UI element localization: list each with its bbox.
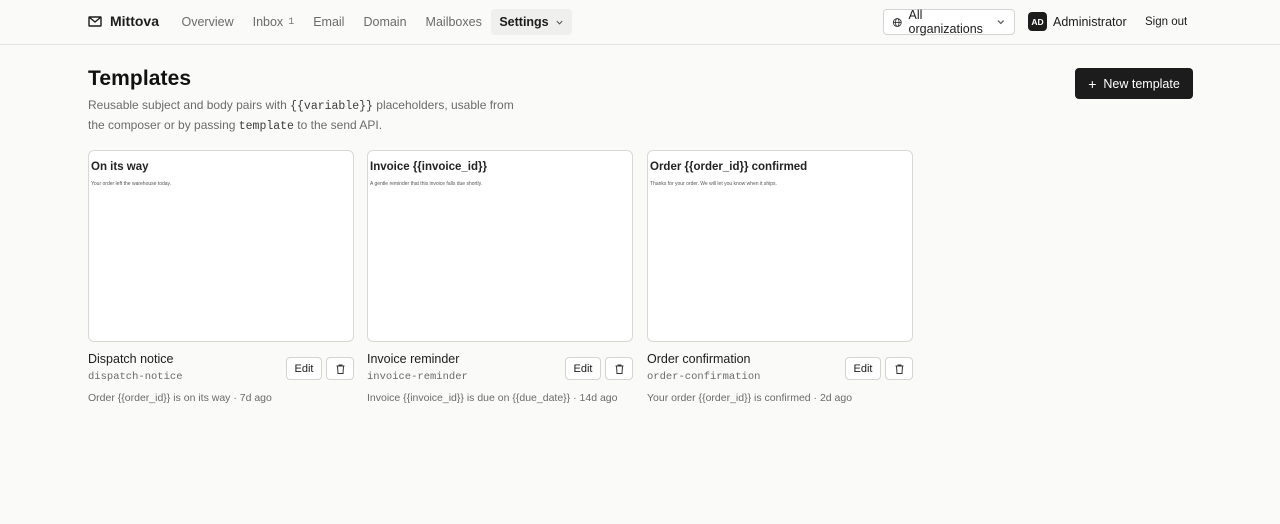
nav-overview[interactable]: Overview [172, 9, 243, 35]
delete-button[interactable] [605, 357, 633, 380]
new-template-label: New template [1103, 76, 1180, 91]
preview-subject: Order {{order_id}} confirmed [650, 161, 808, 173]
template-slug: dispatch-notice [88, 371, 183, 383]
subtitle-text-1: Reusable subject and body pairs with [88, 98, 291, 112]
template-meta: Your order {{order_id}} is confirmed · 2… [647, 392, 853, 404]
new-template-button[interactable]: + New template [1075, 68, 1193, 99]
template-card: Invoice {{invoice_id}} A gentle reminder… [367, 150, 633, 404]
delete-button[interactable] [885, 357, 913, 380]
sign-out-label: Sign out [1145, 16, 1188, 28]
nav-email[interactable]: Email [304, 9, 354, 35]
nav-overview-label: Overview [181, 15, 234, 29]
trash-icon [336, 364, 344, 374]
template-preview[interactable]: Order {{order_id}} confirmed Thanks for … [647, 150, 913, 342]
trash-icon [615, 364, 623, 374]
mail-icon [88, 16, 102, 27]
main-nav: Overview Inbox 1 Email Domain Mailboxes … [172, 9, 572, 35]
preview-body: A gentle reminder that this invoice fall… [370, 181, 483, 187]
edit-button[interactable]: Edit [845, 357, 881, 380]
delete-button[interactable] [326, 357, 354, 380]
inbox-count-badge: 1 [288, 16, 295, 28]
template-slug: invoice-reminder [367, 371, 468, 383]
chevron-down-icon [556, 20, 563, 25]
page-title: Templates [88, 67, 192, 90]
nav-settings[interactable]: Settings [491, 9, 572, 35]
template-name: Invoice reminder [367, 352, 460, 366]
subtitle-code-variable: {{variable}} [290, 100, 373, 113]
template-preview[interactable]: Invoice {{invoice_id}} A gentle reminder… [367, 150, 633, 342]
top-navigation-bar: Mittova Overview Inbox 1 Email Domain Ma… [0, 0, 1280, 45]
nav-mailboxes[interactable]: Mailboxes [416, 9, 491, 35]
avatar: AD [1028, 12, 1047, 31]
template-name: Dispatch notice [88, 352, 174, 366]
globe-icon [892, 17, 902, 27]
edit-button[interactable]: Edit [286, 357, 322, 380]
organization-select-value: All organizations [908, 8, 983, 36]
brand-name: Mittova [110, 13, 159, 29]
preview-body: Your order left the warehouse today. [91, 181, 172, 187]
subtitle-code-template: template [238, 120, 294, 133]
template-card: On its way Your order left the warehouse… [88, 150, 354, 404]
page-subtitle: Reusable subject and body pairs with {{v… [88, 96, 518, 136]
trash-icon [895, 364, 903, 374]
template-name: Order confirmation [647, 352, 751, 366]
template-card: Order {{order_id}} confirmed Thanks for … [647, 150, 913, 404]
organization-select[interactable]: All organizations [883, 8, 1015, 36]
user-menu[interactable]: AD Administrator [1028, 12, 1127, 31]
chevron-down-icon [997, 20, 1005, 25]
template-meta: Invoice {{invoice_id}} is due on {{due_d… [367, 392, 618, 404]
template-preview[interactable]: On its way Your order left the warehouse… [88, 150, 354, 342]
nav-domain-label: Domain [363, 15, 407, 29]
plus-icon: + [1088, 75, 1097, 92]
subtitle-text-3: to the send API. [293, 118, 383, 132]
preview-subject: Invoice {{invoice_id}} [370, 161, 487, 173]
nav-settings-label: Settings [499, 15, 549, 29]
user-name: Administrator [1053, 14, 1127, 29]
sign-out-button[interactable]: Sign out [1136, 9, 1196, 35]
nav-domain[interactable]: Domain [354, 9, 416, 35]
template-meta: Order {{order_id}} is on its way · 7d ag… [88, 392, 272, 404]
nav-inbox[interactable]: Inbox 1 [243, 9, 304, 35]
brand[interactable]: Mittova [88, 13, 159, 29]
edit-button[interactable]: Edit [565, 357, 601, 380]
preview-subject: On its way [91, 161, 149, 173]
nav-inbox-label: Inbox [252, 15, 284, 29]
nav-email-label: Email [313, 15, 345, 29]
template-slug: order-confirmation [647, 371, 761, 383]
preview-body: Thanks for your order. We will let you k… [650, 181, 777, 187]
nav-mailboxes-label: Mailboxes [425, 15, 482, 29]
